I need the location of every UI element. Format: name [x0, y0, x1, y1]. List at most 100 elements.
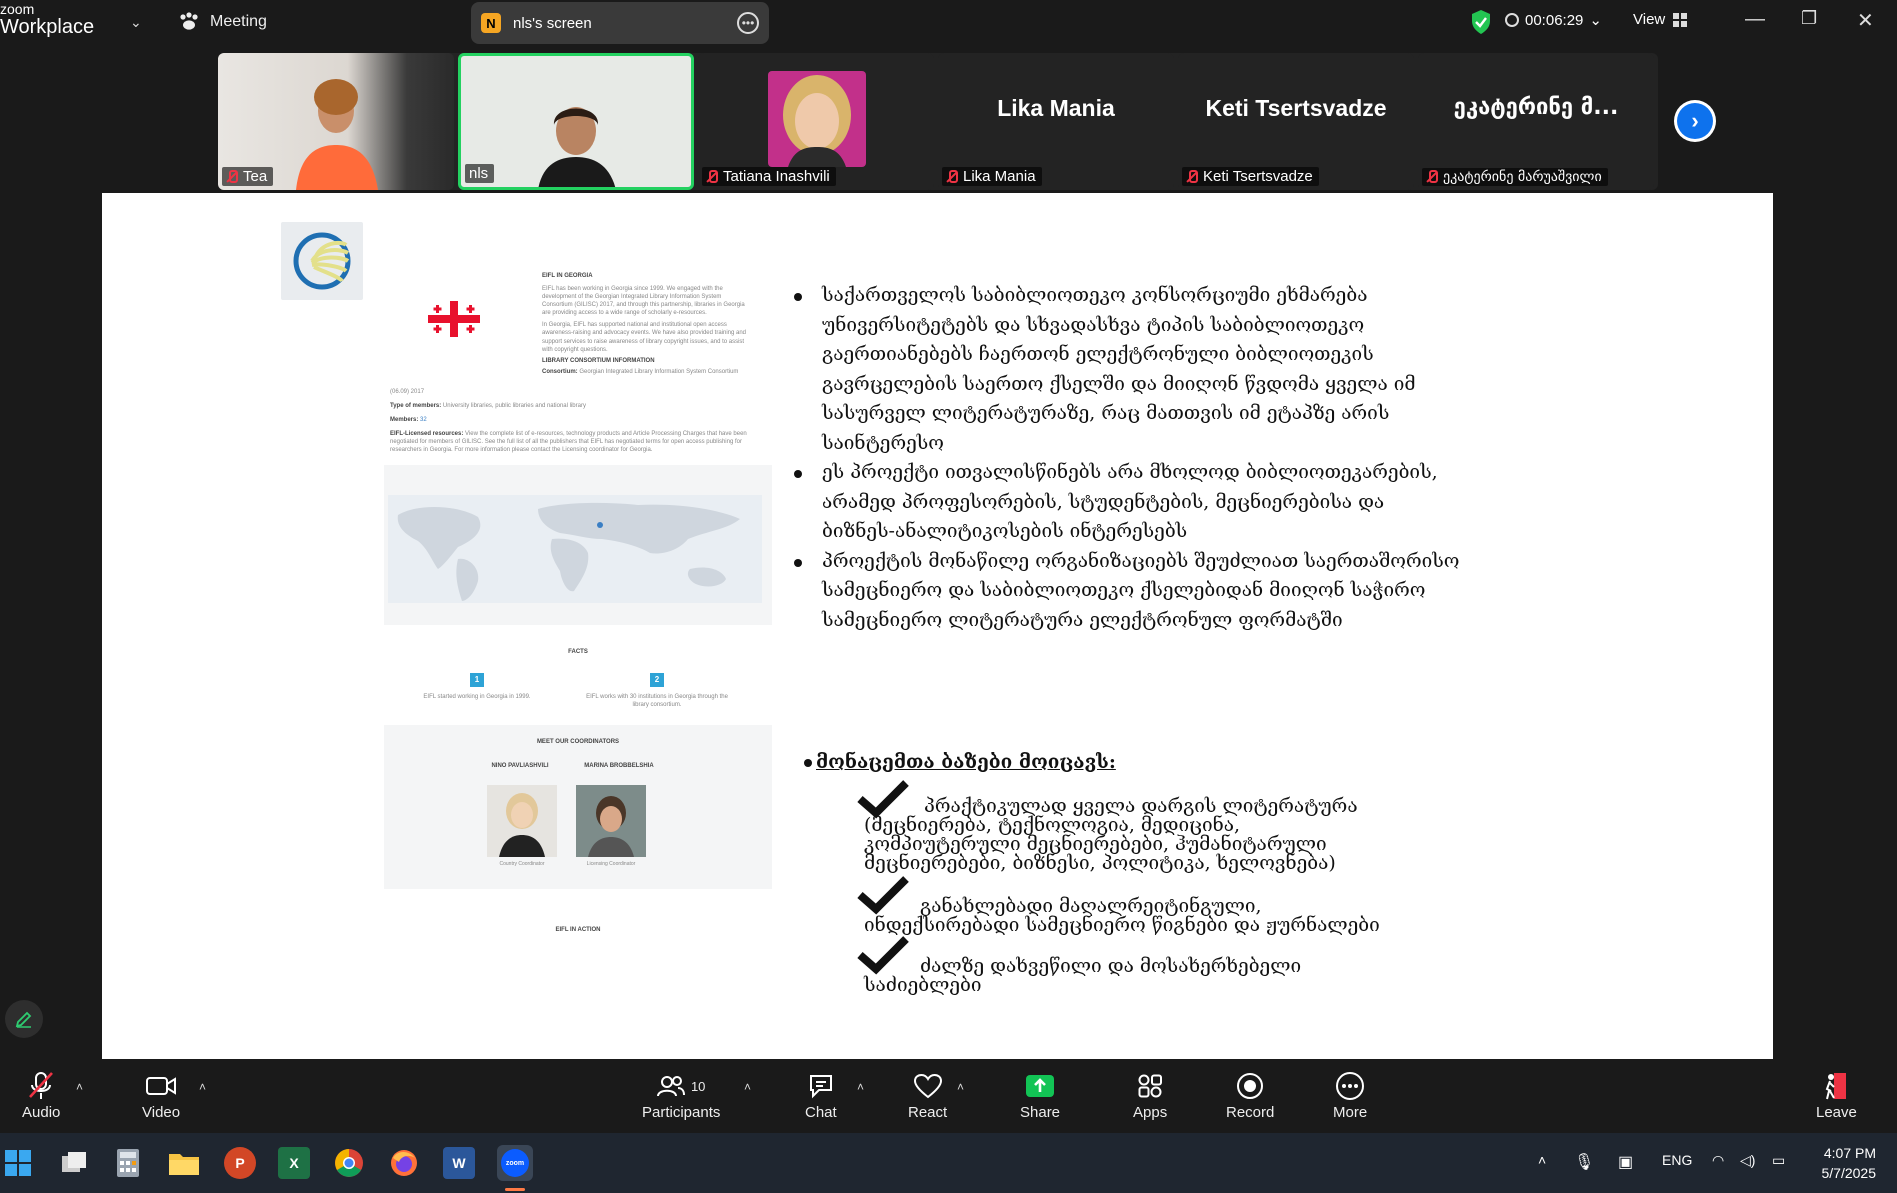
brand-line1: zoom	[0, 1, 35, 17]
notification-badge-icon[interactable]: ▣	[1618, 1152, 1633, 1172]
zoom-window: zoom Workplace ⌄ Meeting N nls's screen …	[0, 0, 1897, 1193]
shared-screen-pill[interactable]: N nls's screen •••	[471, 2, 769, 44]
coordinator-role: Country Coordinator	[499, 861, 545, 867]
world-map	[388, 495, 762, 603]
gallery-next-button[interactable]: ›	[1674, 100, 1716, 142]
coordinators-title: MEET OUR COORDINATORS	[536, 739, 620, 745]
consortium-label: Consortium:	[542, 368, 578, 375]
screen-title: nls's screen	[513, 14, 592, 32]
eifl-section-title: EIFL IN GEORGIA	[542, 273, 593, 279]
battery-icon[interactable]: ▭	[1772, 1152, 1785, 1169]
share-button[interactable]: Share	[1020, 1068, 1060, 1121]
file-explorer-icon[interactable]	[168, 1147, 200, 1179]
chrome-app-icon[interactable]	[333, 1147, 365, 1179]
view-button[interactable]: View	[1633, 11, 1688, 28]
react-button[interactable]: React	[908, 1068, 947, 1121]
coordinator-name: NINO PAVLIASHVILI	[491, 763, 549, 769]
participant-label: nls	[465, 164, 495, 183]
clock-icon	[1505, 13, 1519, 27]
title-bar: zoom Workplace ⌄ Meeting N nls's screen …	[0, 0, 1897, 46]
clock-time: 4:07 PM	[1823, 1145, 1876, 1161]
word-app-icon[interactable]: W	[443, 1147, 475, 1179]
participant-tile[interactable]: ეკატერინე მ... ეკატერინე მარუაშვილი	[1418, 53, 1654, 190]
members-type-value: University libraries, public libraries a…	[442, 403, 586, 410]
wifi-icon[interactable]: ◠	[1712, 1152, 1724, 1169]
zoom-app-icon[interactable]: zoom	[497, 1145, 533, 1181]
excel-app-icon[interactable]: X	[278, 1147, 310, 1179]
members-value[interactable]: 32	[420, 417, 427, 423]
powerpoint-app-icon[interactable]: P	[224, 1147, 256, 1179]
meeting-timer[interactable]: 00:06:29 ⌄	[1505, 11, 1602, 29]
close-icon[interactable]: ✕	[1857, 8, 1874, 33]
participant-tile[interactable]: Lika Mania Lika Mania	[938, 53, 1174, 190]
video-options-chevron-icon[interactable]: ˄	[199, 1080, 206, 1094]
chat-options-chevron-icon[interactable]: ˄	[857, 1080, 864, 1094]
tray-overflow-chevron-icon[interactable]: ˄	[1538, 1152, 1546, 1168]
audio-button[interactable]: Audio	[22, 1068, 60, 1121]
timer-chevron-icon: ⌄	[1589, 12, 1602, 29]
leave-label: Leave	[1816, 1104, 1857, 1121]
more-options-icon[interactable]: •••	[737, 12, 759, 34]
volume-icon[interactable]: ◁)	[1740, 1152, 1755, 1169]
slide-bullet-list: საქართველოს საბიბლიოთეკო კონსორციუმი ეხმ…	[794, 281, 1462, 636]
language-indicator[interactable]: ENG	[1662, 1152, 1692, 1168]
minimize-icon[interactable]: —	[1745, 8, 1765, 31]
firefox-app-icon[interactable]	[388, 1147, 420, 1179]
eifl-intro-block: EIFL IN GEORGIA EIFL has been working in…	[542, 273, 752, 376]
apps-button[interactable]: Apps	[1133, 1068, 1167, 1121]
participant-name: nls	[469, 165, 489, 182]
meeting-toolbar: Audio ˄ Video ˄ 10 Participants ˄ Chat ˄…	[0, 1062, 1897, 1132]
participants-options-chevron-icon[interactable]: ˄	[744, 1080, 751, 1094]
coordinator-name: MARINA BROBBELSHIA	[584, 763, 654, 769]
chat-button[interactable]: Chat	[805, 1068, 837, 1121]
windows-start-icon[interactable]	[2, 1147, 34, 1179]
record-icon	[1237, 1073, 1264, 1099]
participants-label: Participants	[642, 1104, 721, 1121]
record-button[interactable]: Record	[1226, 1068, 1274, 1121]
encryption-shield-icon[interactable]	[1470, 9, 1492, 35]
participant-label: Lika Mania	[942, 167, 1042, 186]
chat-icon	[809, 1075, 832, 1099]
apps-label: Apps	[1133, 1104, 1168, 1121]
heart-icon	[913, 1073, 942, 1099]
participant-gallery: Tea nls Tatiana Inashvili Lika Mania Lik	[218, 53, 1658, 190]
more-label: More	[1333, 1104, 1368, 1121]
participant-label: Tatiana Inashvili	[702, 167, 836, 186]
screen-owner-badge: N	[481, 13, 501, 33]
participants-button[interactable]: 10 Participants	[642, 1068, 720, 1121]
participant-display-name: ეკატერინე მ...	[1453, 95, 1619, 120]
react-label: React	[908, 1104, 948, 1121]
audio-label: Audio	[22, 1104, 61, 1121]
system-clock[interactable]: 4:07 PM 5/7/2025	[1810, 1143, 1877, 1183]
share-screen-icon	[1026, 1075, 1055, 1097]
participant-tile-active[interactable]: nls	[458, 53, 694, 190]
apps-icon	[1138, 1074, 1163, 1098]
record-label: Record	[1226, 1104, 1275, 1121]
calculator-app-icon[interactable]	[112, 1147, 144, 1179]
shared-screen: EIFL IN GEORGIA EIFL has been working in…	[102, 193, 1773, 1059]
fact-number: 1	[470, 673, 484, 687]
clock-date: 5/7/2025	[1821, 1165, 1877, 1181]
participant-tile[interactable]: Tatiana Inashvili	[698, 53, 934, 190]
restore-icon[interactable]: ❐	[1801, 8, 1817, 29]
participants-icon	[656, 1076, 685, 1097]
microphone-in-use-icon[interactable]: 🎙	[1574, 1152, 1594, 1172]
react-options-chevron-icon[interactable]: ˄	[957, 1080, 964, 1094]
task-view-icon[interactable]	[58, 1147, 90, 1179]
grid-view-icon	[1673, 12, 1688, 27]
leave-button[interactable]: Leave	[1816, 1068, 1857, 1121]
annotate-button[interactable]	[5, 1000, 43, 1038]
audio-options-chevron-icon[interactable]: ˄	[76, 1080, 83, 1094]
paw-icon	[180, 12, 198, 30]
chat-label: Chat	[805, 1104, 837, 1121]
fact-2: 2 EIFL works with 30 institutions in Geo…	[582, 673, 732, 709]
fact-text: EIFL works with 30 institutions in Georg…	[586, 694, 728, 709]
brand-menu-chevron-icon[interactable]: ⌄	[130, 14, 142, 31]
slide-bullet: პროექტის მონაწილე ორგანიზაციებს შეუძლიათ…	[794, 547, 1462, 636]
video-button[interactable]: Video	[142, 1068, 180, 1121]
participant-tile[interactable]: Keti Tsertsvadze Keti Tsertsvadze	[1178, 53, 1414, 190]
participant-tile[interactable]: Tea	[218, 53, 454, 190]
meeting-menu[interactable]: Meeting	[178, 12, 267, 32]
more-button[interactable]: More	[1333, 1068, 1367, 1121]
mic-muted-icon	[1426, 170, 1438, 184]
